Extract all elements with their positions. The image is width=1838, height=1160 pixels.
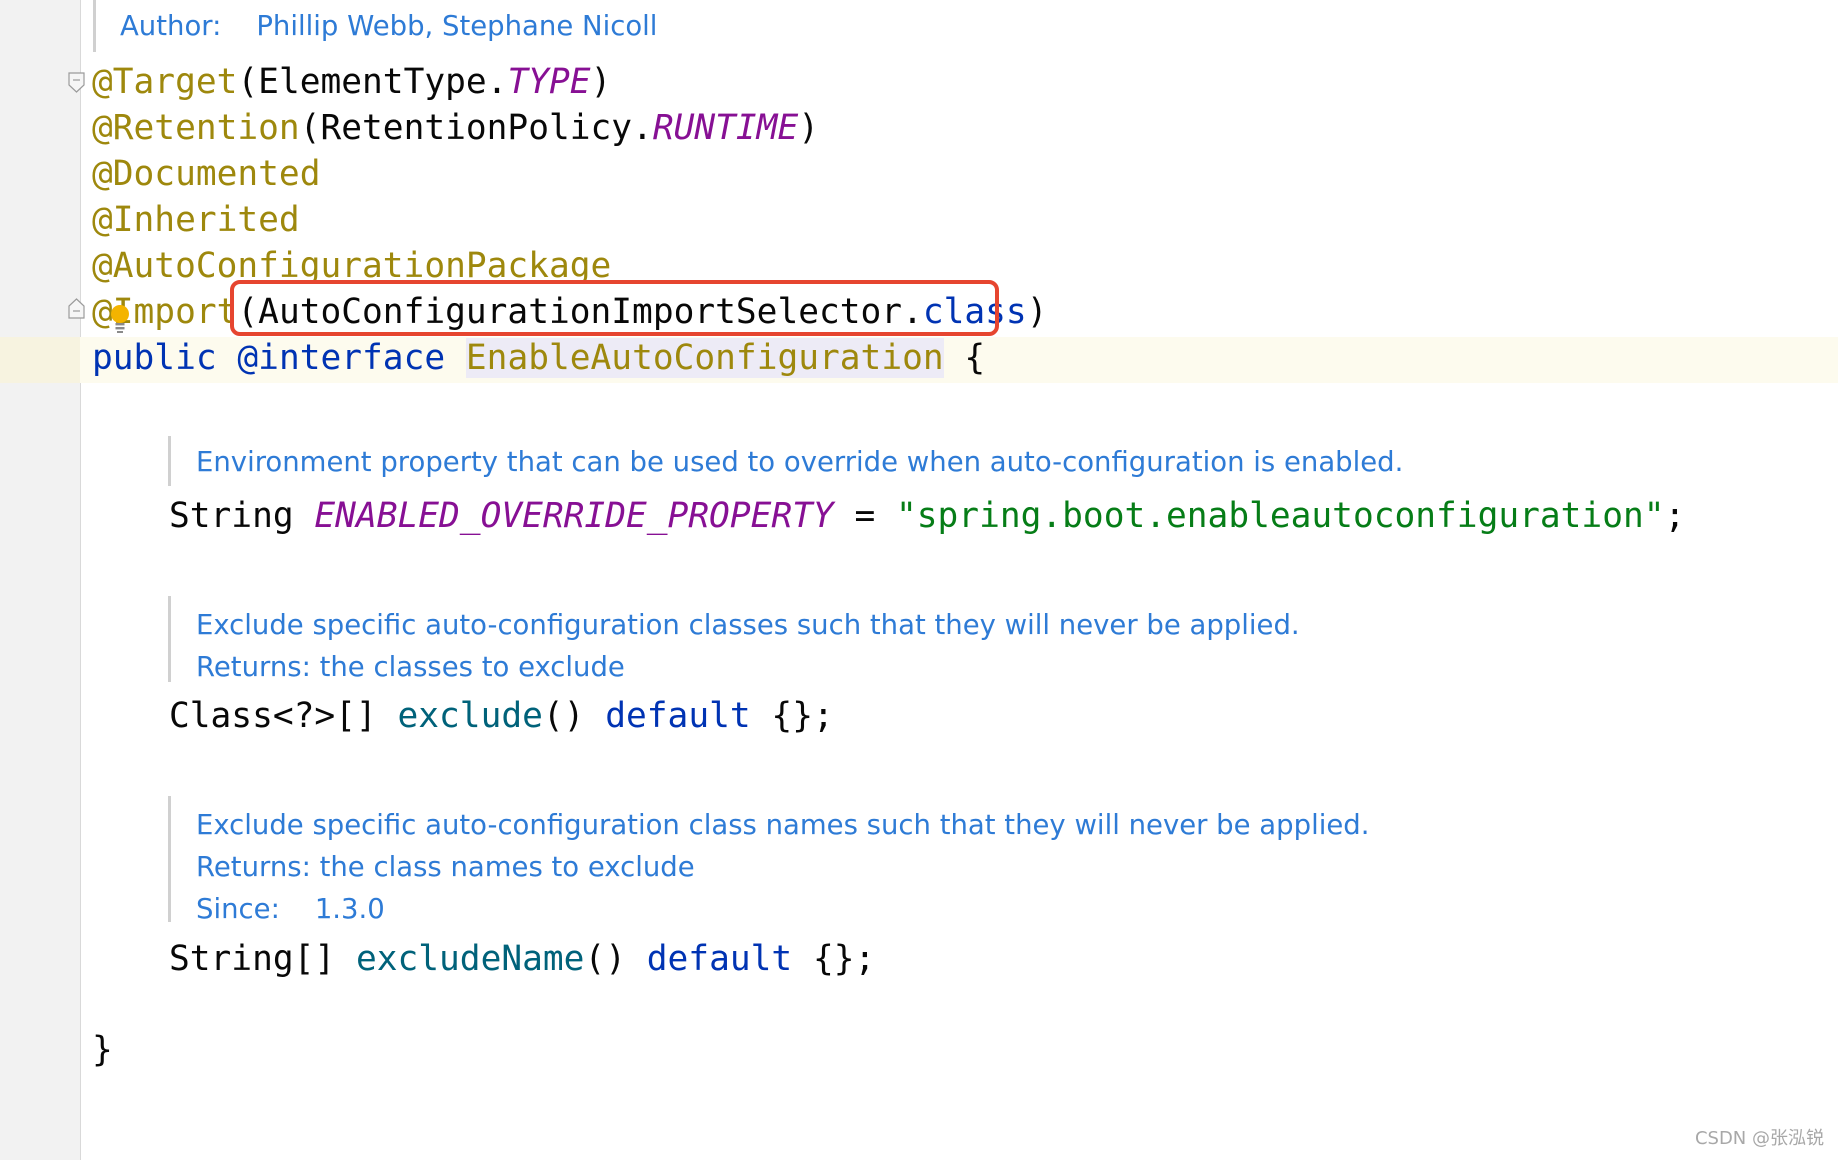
code-line-documented[interactable]: @Documented	[92, 151, 320, 197]
code-line-declaration[interactable]: public @interface EnableAutoConfiguratio…	[92, 335, 985, 381]
field-doc: Environment property that can be used to…	[196, 446, 1404, 478]
field-name: ENABLED_OVERRIDE_PROPERTY	[314, 496, 834, 536]
author-value: Phillip Webb, Stephane Nicoll	[256, 10, 658, 42]
watermark: CSDN @张泓锐	[1694, 1128, 1824, 1149]
public-keyword: public	[92, 338, 217, 378]
code-line-exclude[interactable]: Class<?>[] exclude() default {};	[169, 693, 834, 739]
doc-bar	[93, 0, 96, 52]
code-line-inherited[interactable]: @Inherited	[92, 197, 300, 243]
fold-end-icon[interactable]	[68, 298, 85, 319]
exclude-name-method: excludeName	[355, 939, 585, 979]
editor-gutter	[0, 0, 81, 1160]
target-annotation: @Target	[92, 62, 238, 102]
inherited-annotation: @Inherited	[92, 200, 300, 240]
interface-keyword: @interface	[237, 338, 446, 378]
code-line-field[interactable]: String ENABLED_OVERRIDE_PROPERTY = "spri…	[169, 493, 1685, 539]
code-line-target[interactable]: @Target(ElementType.TYPE)	[92, 59, 611, 105]
field-value: "spring.boot.enableautoconfiguration"	[896, 496, 1665, 536]
code-line-retention[interactable]: @Retention(RetentionPolicy.RUNTIME)	[92, 105, 819, 151]
exclude-doc: Exclude specific auto-configuration clas…	[196, 609, 1300, 683]
highlight-box	[230, 280, 999, 336]
fold-collapse-icon[interactable]	[68, 72, 85, 93]
exclude-name-doc: Exclude specific auto-configuration clas…	[196, 809, 1370, 925]
doc-bar	[168, 436, 171, 486]
code-line-exclude-name[interactable]: String[] excludeName() default {};	[169, 936, 875, 982]
lightbulb-icon[interactable]	[109, 303, 131, 334]
author-label: Author:	[120, 10, 222, 42]
doc-bar	[168, 796, 171, 922]
retention-annotation: @Retention	[92, 108, 300, 148]
documented-annotation: @Documented	[92, 154, 321, 194]
doc-bar	[168, 596, 171, 682]
closing-brace[interactable]: }	[92, 1027, 113, 1073]
author-doc: Author: Phillip Webb, Stephane Nicoll	[120, 10, 657, 42]
exclude-method: exclude	[397, 696, 543, 736]
interface-name: EnableAutoConfiguration	[465, 338, 944, 378]
